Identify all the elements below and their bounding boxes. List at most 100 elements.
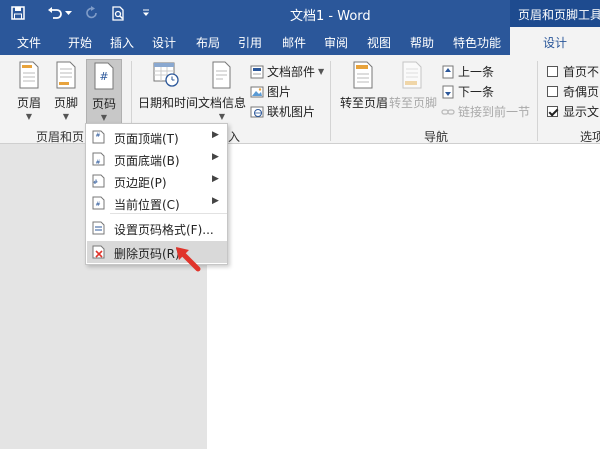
redo-icon[interactable]: [82, 4, 102, 22]
picture-icon: [250, 85, 264, 99]
page-top-icon: #: [92, 130, 105, 147]
annotation-arrow-icon: [172, 244, 204, 277]
page-number-button[interactable]: # 页码 ▼: [86, 59, 122, 125]
show-document-text-checkbox[interactable]: 显示文: [547, 103, 599, 120]
date-time-label: 日期和时间: [138, 96, 199, 110]
svg-text:#: #: [95, 201, 100, 208]
page-number-dropdown-icon: ▼: [100, 113, 108, 122]
first-page-different-label: 首页不: [563, 65, 600, 79]
svg-text:#: #: [93, 179, 98, 186]
remove-page-numbers-icon: [92, 245, 105, 262]
page-margins-icon: #: [92, 174, 105, 191]
goto-footer-label: 转至页脚: [389, 96, 438, 110]
group-separator: [330, 61, 331, 141]
checkbox-box[interactable]: [547, 66, 558, 77]
current-position-icon: #: [92, 196, 105, 213]
checkbox-box[interactable]: [547, 86, 558, 97]
tab-hf-design[interactable]: 设计: [510, 27, 600, 55]
previous-icon: [441, 65, 455, 79]
odd-even-different-label: 奇偶页: [563, 85, 600, 99]
menu-item-label: 当前位置(C): [114, 198, 180, 212]
doc-info-icon: [198, 61, 246, 92]
online-picture-button[interactable]: 联机图片: [250, 103, 315, 120]
next-button[interactable]: 下一条: [441, 83, 494, 100]
ribbon-tabs: 文件 开始 插入 设计 布局 引用 邮件 审阅 视图 帮助 特色功能 设计: [0, 27, 600, 55]
menu-separator: [110, 213, 227, 214]
quick-parts-dropdown-icon: ▼: [318, 67, 325, 76]
link-previous-label: 链接到前一节: [458, 105, 531, 119]
document-page[interactable]: [207, 144, 600, 449]
svg-text:#: #: [99, 70, 108, 83]
menu-item-format-page-numbers[interactable]: 设置页码格式(F)...: [87, 217, 227, 239]
tab-review[interactable]: 审阅: [324, 34, 348, 51]
header-label: 页眉: [16, 96, 41, 110]
page-number-label: 页码: [91, 97, 116, 111]
odd-even-different-checkbox[interactable]: 奇偶页: [547, 83, 599, 100]
goto-header-icon: [340, 61, 386, 92]
first-page-different-checkbox[interactable]: 首页不: [547, 63, 599, 80]
footer-label: 页脚: [53, 96, 78, 110]
menu-item-top-of-page[interactable]: # 页面顶端(T) ▶: [87, 126, 227, 148]
document-title: 文档1 - Word: [290, 9, 371, 24]
tab-references[interactable]: 引用: [238, 34, 262, 51]
menu-item-label: 页面底端(B): [114, 154, 180, 168]
customize-qat-icon[interactable]: [140, 4, 152, 22]
picture-button[interactable]: 图片: [250, 83, 291, 100]
tab-view[interactable]: 视图: [367, 34, 391, 51]
tab-home[interactable]: 开始: [68, 34, 92, 51]
menu-item-label: 设置页码格式(F)...: [114, 223, 214, 237]
show-document-text-label: 显示文: [563, 105, 600, 119]
submenu-arrow-icon: ▶: [212, 174, 219, 184]
doc-info-dropdown-icon: ▼: [218, 112, 226, 121]
footer-icon: [51, 61, 81, 92]
online-picture-icon: [250, 105, 264, 119]
undo-icon[interactable]: [45, 4, 65, 22]
tab-features[interactable]: 特色功能: [453, 34, 501, 51]
page-number-icon: #: [87, 62, 121, 93]
group-separator: [537, 61, 538, 141]
quick-parts-button[interactable]: 文档部件 ▼: [250, 63, 324, 80]
previous-label: 上一条: [458, 65, 495, 79]
header-button[interactable]: 页眉 ▼: [13, 61, 45, 121]
menu-item-remove-page-numbers[interactable]: 删除页码(R): [87, 241, 227, 263]
goto-footer-button[interactable]: 转至页脚: [389, 61, 438, 111]
tab-layout[interactable]: 布局: [196, 34, 220, 51]
calendar-clock-icon: [138, 61, 194, 92]
menu-item-label: 删除页码(R): [114, 247, 180, 261]
online-picture-label: 联机图片: [267, 105, 316, 119]
menu-item-page-margins[interactable]: # 页边距(P) ▶: [87, 170, 227, 192]
title-bar: 文档1 - Word 页眉和页脚工具: [0, 0, 600, 27]
print-preview-icon[interactable]: [108, 4, 128, 22]
goto-header-button[interactable]: 转至页眉: [340, 61, 388, 111]
format-page-numbers-icon: [92, 221, 105, 238]
undo-dropdown-icon[interactable]: [63, 4, 73, 22]
group-label-insert: 入: [228, 130, 241, 144]
goto-footer-icon: [389, 61, 435, 92]
tab-design[interactable]: 设计: [152, 34, 176, 51]
tab-file[interactable]: 文件: [17, 34, 41, 51]
tab-help[interactable]: 帮助: [410, 34, 434, 51]
quick-parts-label: 文档部件: [267, 65, 316, 79]
previous-button[interactable]: 上一条: [441, 63, 494, 80]
footer-button[interactable]: 页脚 ▼: [51, 61, 81, 121]
menu-item-current-position[interactable]: # 当前位置(C) ▶: [87, 192, 227, 214]
doc-info-button[interactable]: 文档信息 ▼: [198, 61, 246, 121]
quick-parts-icon: [250, 65, 264, 79]
menu-item-bottom-of-page[interactable]: # 页面底端(B) ▶: [87, 148, 227, 170]
group-label-header-footer: 页眉和页: [36, 130, 85, 144]
header-icon: [13, 61, 45, 92]
checkbox-checked[interactable]: [547, 106, 558, 117]
svg-text:#: #: [95, 159, 100, 166]
tab-insert[interactable]: 插入: [110, 34, 134, 51]
submenu-arrow-icon: ▶: [212, 130, 219, 140]
save-icon[interactable]: [8, 4, 28, 22]
next-label: 下一条: [458, 85, 495, 99]
menu-item-label: 页边距(P): [114, 176, 167, 190]
link-icon: [441, 105, 455, 119]
link-previous-button[interactable]: 链接到前一节: [441, 103, 530, 120]
tab-mailings[interactable]: 邮件: [282, 34, 306, 51]
header-dropdown-icon: ▼: [25, 112, 33, 121]
menu-item-label: 页面顶端(T): [114, 132, 179, 146]
contextual-tab-title: 页眉和页脚工具: [510, 0, 600, 27]
date-time-button[interactable]: 日期和时间: [138, 61, 199, 111]
